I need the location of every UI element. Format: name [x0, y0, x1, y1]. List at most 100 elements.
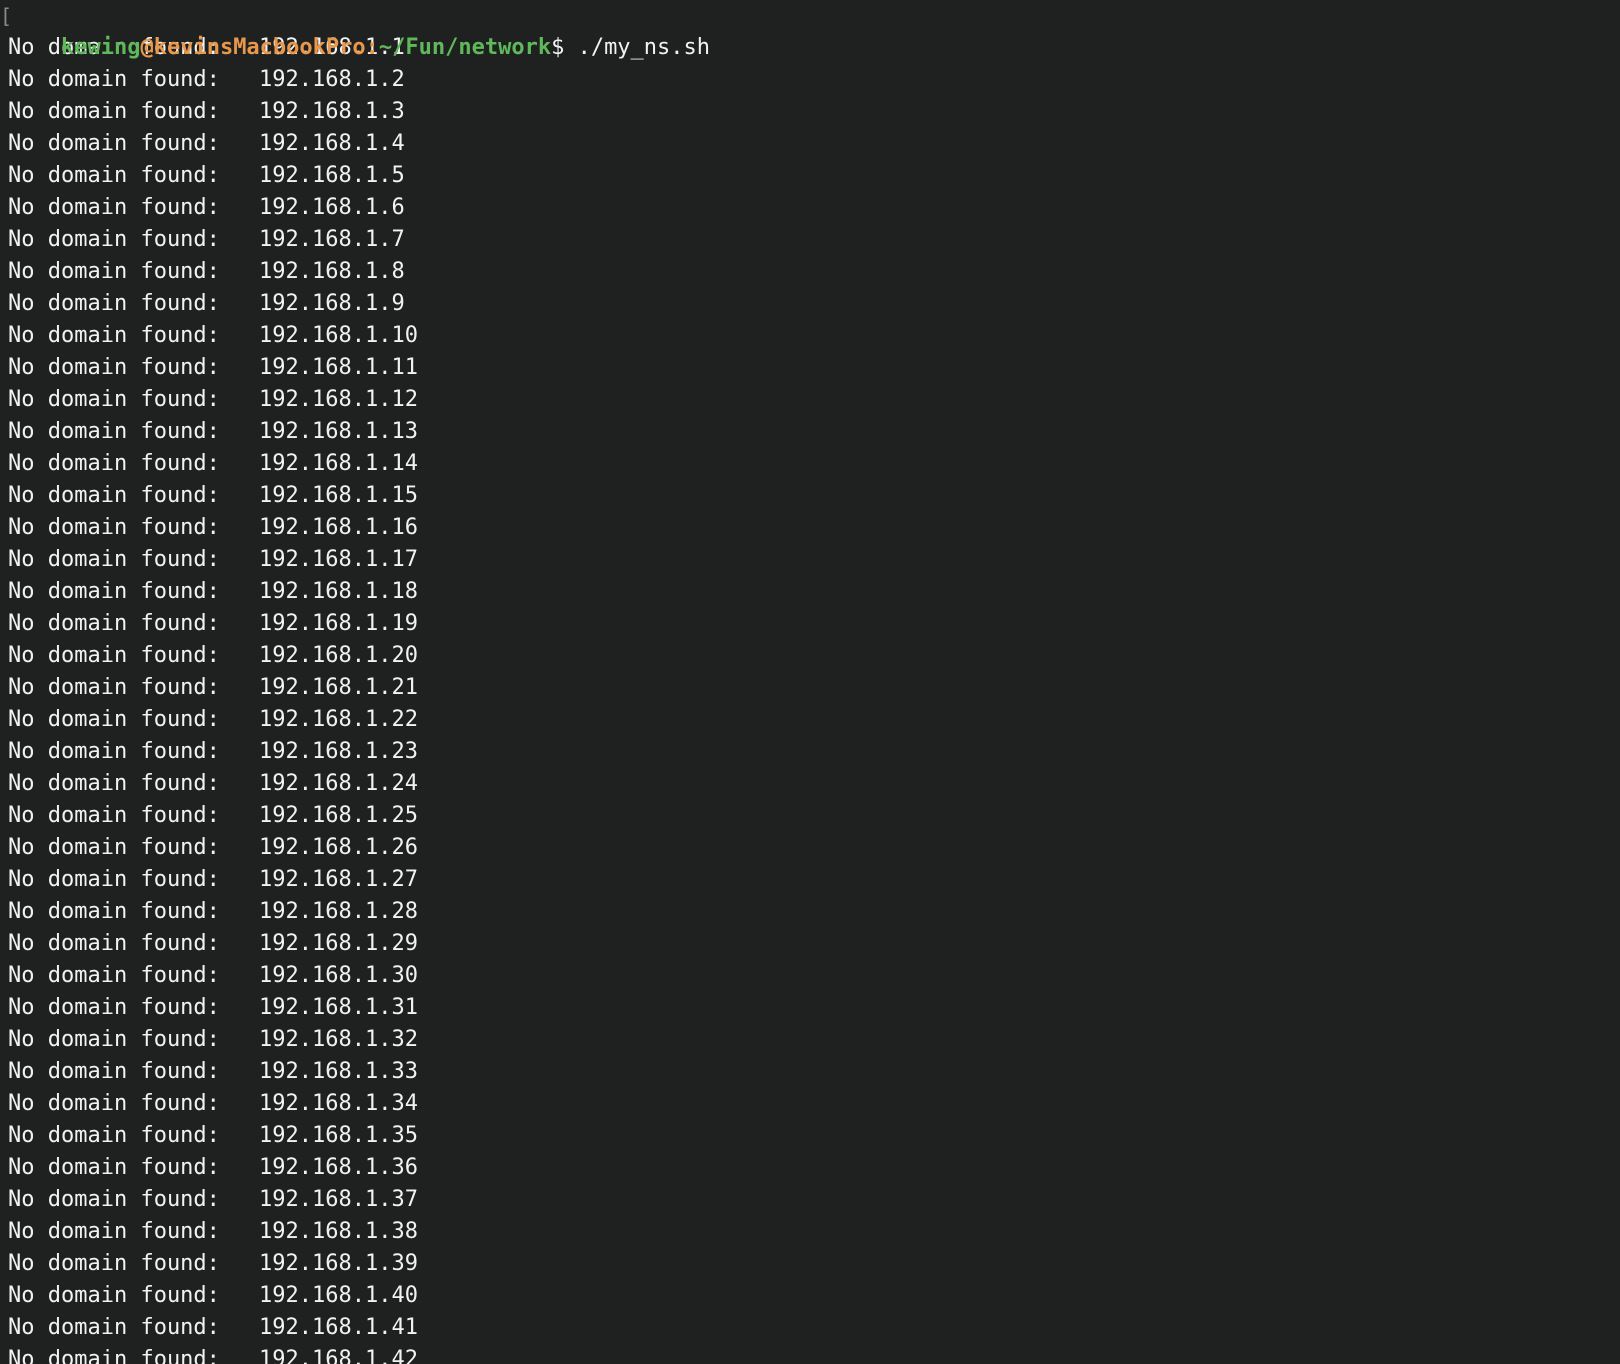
output-line: No domain found: 192.168.1.26	[0, 832, 1620, 864]
output-ip-address: 192.168.1.32	[259, 1027, 418, 1052]
output-ip-address: 192.168.1.2	[259, 67, 405, 92]
output-message: No domain found:	[8, 835, 220, 860]
output-message: No domain found:	[8, 899, 220, 924]
output-ip-address: 192.168.1.11	[259, 355, 418, 380]
output-message: No domain found:	[8, 515, 220, 540]
output-line: No domain found: 192.168.1.17	[0, 544, 1620, 576]
output-ip-address: 192.168.1.5	[259, 163, 405, 188]
output-line: No domain found: 192.168.1.14	[0, 448, 1620, 480]
output-message: No domain found:	[8, 547, 220, 572]
output-message: No domain found:	[8, 1155, 220, 1180]
output-line: No domain found: 192.168.1.40	[0, 1280, 1620, 1312]
output-message: No domain found:	[8, 611, 220, 636]
output-message: No domain found:	[8, 1027, 220, 1052]
output-message: No domain found:	[8, 995, 220, 1020]
output-ip-address: 192.168.1.20	[259, 643, 418, 668]
output-message: No domain found:	[8, 675, 220, 700]
output-ip-address: 192.168.1.35	[259, 1123, 418, 1148]
output-message: No domain found:	[8, 963, 220, 988]
output-line: No domain found: 192.168.1.23	[0, 736, 1620, 768]
output-message: No domain found:	[8, 227, 220, 252]
output-message: No domain found:	[8, 1347, 220, 1364]
output-line: No domain found: 192.168.1.19	[0, 608, 1620, 640]
output-line: No domain found: 192.168.1.20	[0, 640, 1620, 672]
output-line: No domain found: 192.168.1.32	[0, 1024, 1620, 1056]
output-line: No domain found: 192.168.1.16	[0, 512, 1620, 544]
output-ip-address: 192.168.1.39	[259, 1251, 418, 1276]
prompt-bracket: [	[0, 4, 13, 28]
prompt-command: ./my_ns.sh	[564, 35, 711, 60]
output-ip-address: 192.168.1.18	[259, 579, 418, 604]
output-message: No domain found:	[8, 483, 220, 508]
output-line: No domain found: 192.168.1.28	[0, 896, 1620, 928]
terminal-window[interactable]: [kewing@kevinsMacbookPro:~/Fun/network$ …	[0, 0, 1620, 1364]
output-message: No domain found:	[8, 163, 220, 188]
output-message: No domain found:	[8, 1059, 220, 1084]
output-line: No domain found: 192.168.1.15	[0, 480, 1620, 512]
output-line: No domain found: 192.168.1.30	[0, 960, 1620, 992]
output-line: No domain found: 192.168.1.25	[0, 800, 1620, 832]
output-line: No domain found: 192.168.1.27	[0, 864, 1620, 896]
output-ip-address: 192.168.1.22	[259, 707, 418, 732]
output-ip-address: 192.168.1.21	[259, 675, 418, 700]
output-ip-address: 192.168.1.16	[259, 515, 418, 540]
output-line: No domain found: 192.168.1.6	[0, 192, 1620, 224]
output-ip-address: 192.168.1.27	[259, 867, 418, 892]
output-line: No domain found: 192.168.1.3	[0, 96, 1620, 128]
terminal-output: No domain found: 192.168.1.1 No domain fou…	[0, 32, 1620, 1364]
output-ip-address: 192.168.1.3	[259, 99, 405, 124]
output-message: No domain found:	[8, 739, 220, 764]
output-ip-address: 192.168.1.10	[259, 323, 418, 348]
output-message: No domain found:	[8, 803, 220, 828]
output-line: No domain found: 192.168.1.38	[0, 1216, 1620, 1248]
output-line: No domain found: 192.168.1.7	[0, 224, 1620, 256]
output-ip-address: 192.168.1.28	[259, 899, 418, 924]
output-ip-address: 192.168.1.4	[259, 131, 405, 156]
output-ip-address: 192.168.1.37	[259, 1187, 418, 1212]
output-ip-address: 192.168.1.36	[259, 1155, 418, 1180]
output-line: No domain found: 192.168.1.5	[0, 160, 1620, 192]
output-message: No domain found:	[8, 771, 220, 796]
output-message: No domain found:	[8, 67, 220, 92]
output-message: No domain found:	[8, 1251, 220, 1276]
output-ip-address: 192.168.1.33	[259, 1059, 418, 1084]
output-message: No domain found:	[8, 707, 220, 732]
output-ip-address: 192.168.1.42	[259, 1347, 418, 1364]
output-line: No domain found: 192.168.1.18	[0, 576, 1620, 608]
output-ip-address: 192.168.1.24	[259, 771, 418, 796]
output-ip-address: 192.168.1.19	[259, 611, 418, 636]
output-message: No domain found:	[8, 355, 220, 380]
output-message: No domain found:	[8, 131, 220, 156]
output-message: No domain found:	[8, 931, 220, 956]
output-message: No domain found:	[8, 579, 220, 604]
output-message: No domain found:	[8, 99, 220, 124]
output-line: No domain found: 192.168.1.10	[0, 320, 1620, 352]
output-line: No domain found: 192.168.1.24	[0, 768, 1620, 800]
output-message: No domain found:	[8, 1187, 220, 1212]
output-ip-address: 192.168.1.38	[259, 1219, 418, 1244]
prompt-path: ~/Fun/network	[378, 35, 552, 60]
output-message: No domain found:	[8, 1219, 220, 1244]
output-ip-address: 192.168.1.25	[259, 803, 418, 828]
output-line: No domain found: 192.168.1.11	[0, 352, 1620, 384]
output-ip-address: 192.168.1.17	[259, 547, 418, 572]
output-message: No domain found:	[8, 451, 220, 476]
output-line: No domain found: 192.168.1.9	[0, 288, 1620, 320]
output-ip-address: 192.168.1.31	[259, 995, 418, 1020]
output-message: No domain found:	[8, 1283, 220, 1308]
output-ip-address: 192.168.1.34	[259, 1091, 418, 1116]
output-line: No domain found: 192.168.1.33	[0, 1056, 1620, 1088]
output-ip-address: 192.168.1.26	[259, 835, 418, 860]
output-line: No domain found: 192.168.1.4	[0, 128, 1620, 160]
prompt-user: kewing	[60, 35, 141, 60]
output-ip-address: 192.168.1.6	[259, 195, 405, 220]
output-line: No domain found: 192.168.1.37	[0, 1184, 1620, 1216]
output-ip-address: 192.168.1.40	[259, 1283, 418, 1308]
output-line: No domain found: 192.168.1.22	[0, 704, 1620, 736]
output-message: No domain found:	[8, 323, 220, 348]
output-ip-address: 192.168.1.9	[259, 291, 405, 316]
output-ip-address: 192.168.1.12	[259, 387, 418, 412]
output-ip-address: 192.168.1.15	[259, 483, 418, 508]
output-ip-address: 192.168.1.23	[259, 739, 418, 764]
output-ip-address: 192.168.1.8	[259, 259, 405, 284]
